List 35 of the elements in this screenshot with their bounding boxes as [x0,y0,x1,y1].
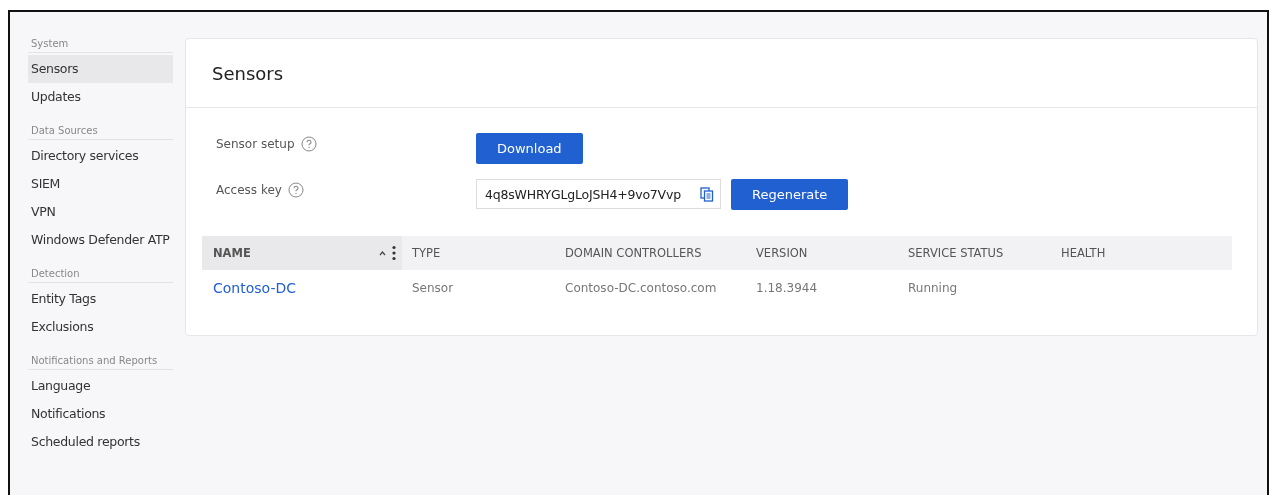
sort-ascending-icon[interactable] [379,250,386,256]
access-key-field[interactable]: 4q8sWHRYGLgLoJSH4+9vo7Vvp [476,179,721,209]
table-cell: 1.18.3944 [756,281,818,295]
section-heading: Data Sources [28,125,173,140]
download-button[interactable]: Download [476,132,583,164]
sidebar-item[interactable]: Sensors [28,55,173,83]
section-heading: Detection [28,268,173,283]
sidebar-item[interactable]: Entity Tags [28,285,173,313]
column-header[interactable]: TYPE [412,246,441,260]
sidebar-item[interactable]: Exclusions [28,313,173,341]
column-header[interactable]: NAME [213,246,251,260]
section-heading: Notifications and Reports [28,355,173,370]
sidebar-item[interactable]: SIEM [28,170,173,198]
table-cell: Contoso-DC.contoso.com [565,281,717,295]
table-cell: Sensor [412,281,454,295]
field-label: Sensor setup [216,137,295,151]
more-options-icon[interactable] [392,245,396,261]
sidebar-item[interactable]: VPN [28,198,173,226]
section-heading: System [28,38,173,53]
help-icon[interactable] [287,182,304,198]
sidebar-item[interactable]: Scheduled reports [28,428,173,456]
field-label: Access key [216,183,282,197]
sidebar-item[interactable]: Language [28,372,173,400]
sidebar-item[interactable]: Directory services [28,142,173,170]
help-icon[interactable] [300,136,317,152]
page-title: Sensors [212,62,284,84]
sidebar-item[interactable]: Windows Defender ATP [28,226,173,254]
regenerate-button[interactable]: Regenerate [731,178,849,210]
table-cell: Running [908,281,958,295]
column-header[interactable]: VERSION [756,246,808,260]
sidebar-item[interactable]: Notifications [28,400,173,428]
copy-icon[interactable] [700,186,714,202]
sensor-link[interactable]: Contoso-DC [213,280,296,296]
column-header[interactable]: HEALTH [1061,246,1106,260]
sidebar-item[interactable]: Updates [28,83,173,111]
